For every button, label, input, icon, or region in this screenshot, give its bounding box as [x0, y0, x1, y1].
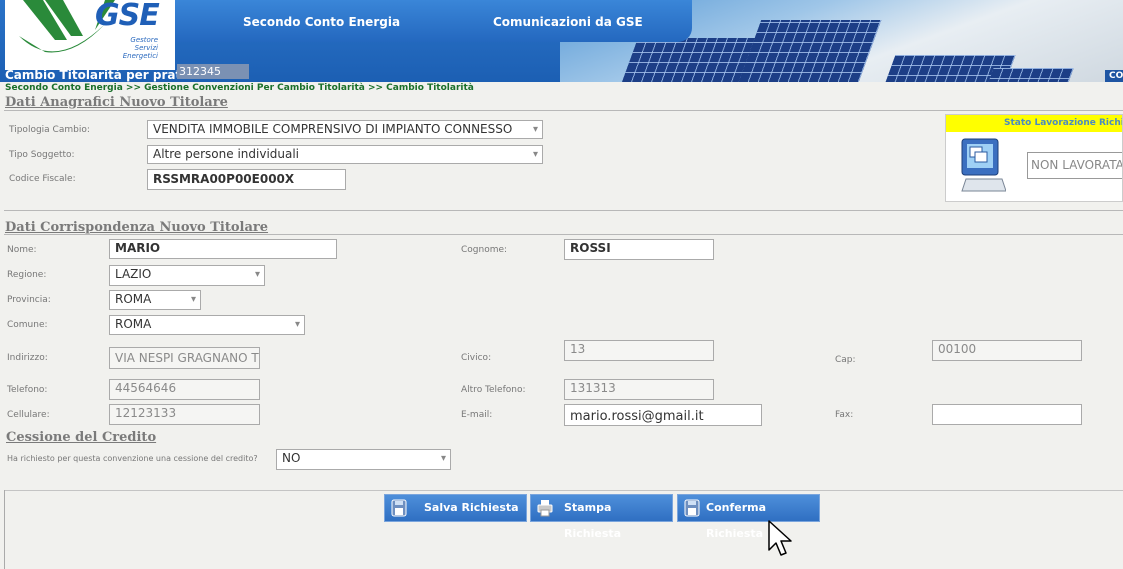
stampa-richiesta-label: Stampa Richiesta	[564, 501, 622, 540]
divider	[4, 490, 1123, 491]
label-tipo-soggetto: Tipo Soggetto:	[9, 150, 75, 160]
cessione-credito-select[interactable]: NO	[276, 449, 451, 470]
label-regione: Regione:	[7, 270, 47, 280]
label-civico: Civico:	[461, 353, 492, 363]
cognome-field[interactable]: ROSSI	[564, 239, 714, 260]
computer-icon	[961, 138, 1006, 192]
label-cessione-question: Ha richiesto per questa convenzione una …	[7, 454, 258, 463]
label-fax: Fax:	[835, 410, 854, 420]
floppy-disk-icon	[391, 499, 407, 517]
label-cap: Cap:	[835, 355, 856, 365]
civico-field[interactable]: 13	[564, 340, 714, 361]
header-corner-link[interactable]: CO	[1105, 70, 1123, 82]
gse-logo[interactable]: GSE Gestore Servizi Energetici	[5, 0, 175, 70]
status-value: NON LAVORATA	[1027, 152, 1122, 179]
nav-secondo-conto-energia[interactable]: Secondo Conto Energia	[243, 15, 400, 29]
codice-fiscale-field[interactable]: RSSMRA00P00E000X	[147, 169, 346, 190]
page-title: Cambio Titolarità per pratica	[5, 68, 201, 82]
tipologia-cambio-select[interactable]: VENDITA IMMOBILE COMPRENSIVO DI IMPIANTO…	[147, 120, 543, 139]
label-provincia: Provincia:	[7, 295, 51, 305]
provincia-select[interactable]: ROMA	[109, 290, 201, 310]
label-tipologia-cambio: Tipologia Cambio:	[9, 125, 90, 135]
divider	[4, 210, 1123, 211]
cellulare-field[interactable]: 12123133	[109, 404, 260, 425]
divider	[4, 110, 1123, 111]
label-email: E-mail:	[461, 410, 493, 420]
comune-select[interactable]: ROMA	[109, 315, 305, 335]
stampa-richiesta-button[interactable]: Stampa Richiesta	[530, 494, 673, 540]
section-title-cessione: Cessione del Credito	[6, 430, 157, 445]
practice-number: 312345	[177, 64, 249, 79]
label-cellulare: Cellulare:	[7, 410, 50, 420]
logo-subtitle: Gestore Servizi Energetici	[122, 36, 158, 60]
nome-field[interactable]: MARIO	[109, 239, 337, 259]
mouse-pointer-icon	[768, 520, 792, 556]
altro-telefono-field[interactable]: 131313	[564, 379, 714, 400]
salva-richiesta-button[interactable]: Salva Richiesta	[384, 494, 527, 522]
email-field[interactable]: mario.rossi@gmail.it	[564, 404, 762, 426]
cap-field[interactable]: 00100	[932, 340, 1082, 361]
tipo-soggetto-select[interactable]: Altre persone individuali	[147, 145, 543, 164]
label-cognome: Cognome:	[461, 245, 508, 255]
floppy-disk-icon	[684, 499, 700, 517]
printer-icon	[537, 500, 553, 517]
breadcrumb[interactable]: Secondo Conto Energia >> Gestione Conven…	[5, 83, 474, 93]
indirizzo-field[interactable]: VIA NESPI GRAGNANO TREBBIA	[109, 347, 260, 369]
label-nome: Nome:	[7, 245, 37, 255]
label-altro-telefono: Altro Telefono:	[461, 385, 526, 395]
status-panel: Stato Lavorazione Richiesta NON LAVORATA	[945, 114, 1123, 202]
divider	[4, 234, 1123, 235]
fax-field[interactable]	[932, 404, 1082, 425]
conferma-richiesta-label: Conferma Richiesta	[706, 501, 767, 540]
nav-comunicazioni-gse[interactable]: Comunicazioni da GSE	[493, 15, 643, 29]
salva-richiesta-label: Salva Richiesta	[424, 501, 519, 514]
label-comune: Comune:	[7, 320, 48, 330]
logo-text: GSE	[95, 0, 160, 33]
label-indirizzo: Indirizzo:	[7, 353, 48, 363]
regione-select[interactable]: LAZIO	[109, 265, 265, 286]
telefono-field[interactable]: 44564646	[109, 379, 260, 400]
label-codice-fiscale: Codice Fiscale:	[9, 174, 76, 184]
content-border	[4, 490, 5, 569]
status-header: Stato Lavorazione Richiesta	[946, 115, 1122, 132]
section-title-anagrafici: Dati Anagrafici Nuovo Titolare	[5, 95, 228, 110]
section-title-corrispondenza: Dati Corrispondenza Nuovo Titolare	[5, 220, 269, 235]
header-banner: Secondo Conto Energia Comunicazioni da G…	[0, 0, 1123, 82]
conferma-richiesta-button[interactable]: Conferma Richiesta	[677, 494, 820, 540]
label-telefono: Telefono:	[7, 385, 48, 395]
